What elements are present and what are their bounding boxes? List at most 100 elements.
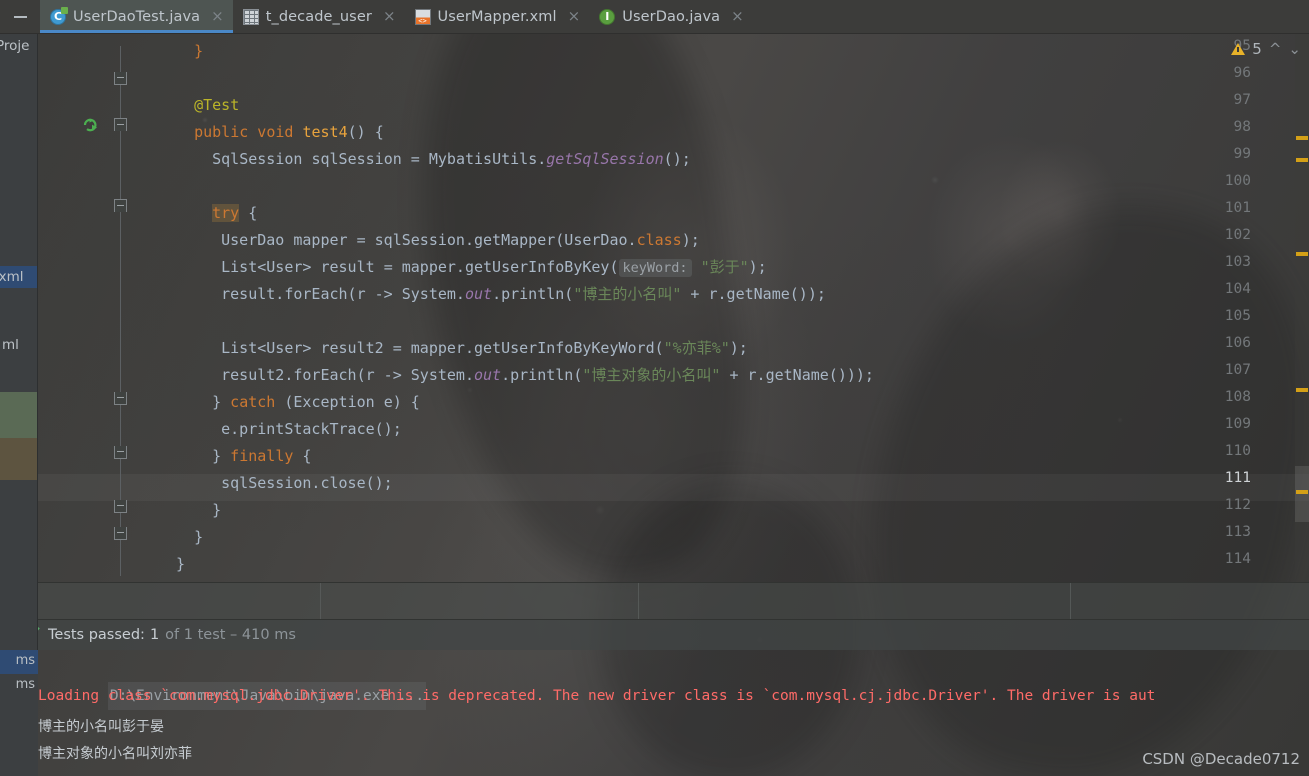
test-status-bar: » Tests passed: 1 of 1 test – 410 ms	[0, 620, 1309, 650]
code-token: }	[212, 393, 231, 411]
code-token: public	[194, 123, 249, 141]
code-token: finally	[230, 447, 294, 465]
code-token: =	[410, 150, 420, 168]
status-divider	[320, 583, 321, 619]
warning-stripe-mark[interactable]	[1296, 490, 1308, 494]
run-test-icon[interactable]	[82, 116, 100, 134]
code-line[interactable]: List<User> result = mapper.getUserInfoBy…	[221, 254, 767, 282]
code-editor[interactable]: 95 96 97 98 99 100 101 102 103 104 105 106 107 108 109…	[38, 34, 1309, 582]
run-tool-window[interactable]: » Tests passed: 1 of 1 test – 410 ms D:\…	[0, 620, 1309, 776]
java-interface-icon	[599, 8, 616, 25]
code-token: );	[729, 339, 748, 357]
tab-close-icon[interactable]: ×	[731, 9, 744, 24]
code-token: test4	[302, 123, 348, 141]
warning-stripe-mark[interactable]	[1296, 158, 1308, 162]
code-line[interactable]: List<User> result2 = mapper.getUserInfoB…	[221, 335, 748, 362]
project-tree-item-project[interactable]: yProje	[0, 38, 29, 54]
tab-close-icon[interactable]: ×	[211, 9, 224, 24]
code-token: mapper.getUserInfoByKeyWord(	[401, 339, 664, 357]
fold-marker-icon[interactable]	[114, 199, 127, 212]
java-class-icon	[50, 6, 68, 25]
code-token: MybatisUtils.	[419, 150, 547, 168]
code-line[interactable]: UserDao mapper = sqlSession.getMapper(Us…	[221, 227, 700, 254]
project-tree-item-xml[interactable]: ml	[2, 337, 19, 353]
warning-stripe-mark[interactable]	[1296, 388, 1308, 392]
warning-triangle-icon	[1231, 43, 1246, 55]
scrollbar-thumb[interactable]	[1295, 466, 1309, 522]
tab-user-dao-java[interactable]: UserDao.java ×	[589, 0, 753, 33]
code-token: sqlSession.close();	[221, 474, 393, 492]
warning-stripe-mark[interactable]	[1296, 136, 1308, 140]
editor-gutter[interactable]	[38, 34, 127, 582]
code-token: .println(	[501, 366, 583, 384]
tab-user-mapper-xml[interactable]: UserMapper.xml ×	[405, 0, 590, 33]
console-output-line: 博主对象的小名叫刘亦菲	[38, 746, 192, 762]
code-line[interactable]: }	[194, 38, 203, 65]
code-line[interactable]: sqlSession.close();	[221, 470, 393, 497]
tab-t-decade-user[interactable]: t_decade_user ×	[233, 0, 405, 33]
console-output[interactable]: D:\Environment\Java\bin\java.exe ... Loa…	[38, 650, 1309, 776]
fold-marker-icon[interactable]	[114, 527, 127, 540]
code-line[interactable]: }	[176, 551, 185, 578]
code-token: "彭于"	[700, 258, 749, 276]
xml-file-icon	[414, 8, 431, 25]
code-token: class	[636, 231, 682, 249]
code-token: =	[383, 258, 393, 276]
code-line[interactable]: result2.forEach(r -> System.out.println(…	[221, 362, 874, 389]
warning-stripe-mark[interactable]	[1296, 252, 1308, 256]
tab-close-icon[interactable]: ×	[383, 9, 396, 24]
code-line[interactable]: result.forEach(r -> System.out.println("…	[221, 281, 826, 308]
chevron-down-icon[interactable]: ⌄	[1288, 41, 1301, 57]
code-token: e.printStackTrace();	[221, 420, 402, 438]
tests-duration-label: of 1 test – 410 ms	[165, 627, 296, 643]
tab-label: UserDao.java	[622, 8, 721, 25]
project-tree-item-mapper-xml[interactable]: r.xml	[0, 269, 24, 285]
inspection-widget[interactable]: 5 ^ ⌄	[1231, 40, 1301, 58]
code-token: =	[356, 231, 366, 249]
fold-marker-icon[interactable]	[114, 118, 127, 131]
code-token: getSqlSession	[546, 150, 664, 168]
error-stripe-scrollbar[interactable]	[1295, 34, 1309, 582]
code-line[interactable]: try {	[212, 200, 257, 227]
test-result-row[interactable]: ms	[0, 674, 38, 698]
chevron-up-icon[interactable]: ^	[1269, 41, 1282, 57]
collapse-panel-button[interactable]	[0, 0, 40, 33]
fold-marker-icon[interactable]	[114, 72, 127, 85]
tab-label: UserMapper.xml	[437, 8, 557, 25]
code-token: "博主的小名叫"	[573, 285, 682, 303]
database-table-icon	[242, 8, 259, 25]
code-token: }	[194, 528, 204, 546]
tab-user-dao-test-java[interactable]: UserDaoTest.java ×	[40, 0, 233, 33]
code-token: =	[392, 339, 402, 357]
test-duration-label: ms	[15, 653, 35, 668]
code-line[interactable]: } catch (Exception e) {	[212, 389, 420, 416]
fold-marker-icon[interactable]	[114, 392, 127, 405]
test-results-tree[interactable]: ms ms	[0, 650, 38, 776]
fold-marker-icon[interactable]	[114, 500, 127, 513]
status-divider	[638, 583, 639, 619]
code-line[interactable]: } finally {	[212, 443, 311, 470]
code-line[interactable]: public void test4() {	[194, 119, 384, 146]
tests-passed-count: 1	[149, 627, 160, 643]
code-token: SqlSession sqlSession	[212, 150, 411, 168]
code-line[interactable]: SqlSession sqlSession = MybatisUtils.get…	[212, 146, 691, 173]
code-line[interactable]: @Test	[194, 92, 239, 119]
code-token: List<User> result2	[221, 339, 393, 357]
fold-marker-icon[interactable]	[114, 446, 127, 459]
code-token: () {	[347, 123, 384, 141]
code-token: void	[257, 123, 294, 141]
code-token: }	[212, 447, 231, 465]
tab-close-icon[interactable]: ×	[568, 9, 581, 24]
code-text[interactable]: } @Test public void test4() {SqlSession sq…	[158, 34, 1309, 582]
warning-count: 5	[1252, 40, 1262, 58]
project-tree-vcs-added-marker	[0, 392, 37, 438]
code-line[interactable]: e.printStackTrace();	[221, 416, 402, 443]
console-error-line: Loading class `com.mysql.jdbc.Driver'. T…	[38, 688, 1156, 704]
test-result-row[interactable]: ms	[0, 650, 38, 674]
code-line[interactable]: }	[212, 497, 221, 524]
project-tree-vcs-modified-marker	[0, 438, 37, 480]
code-line[interactable]: }	[194, 524, 203, 551]
code-token: UserDao mapper	[221, 231, 357, 249]
